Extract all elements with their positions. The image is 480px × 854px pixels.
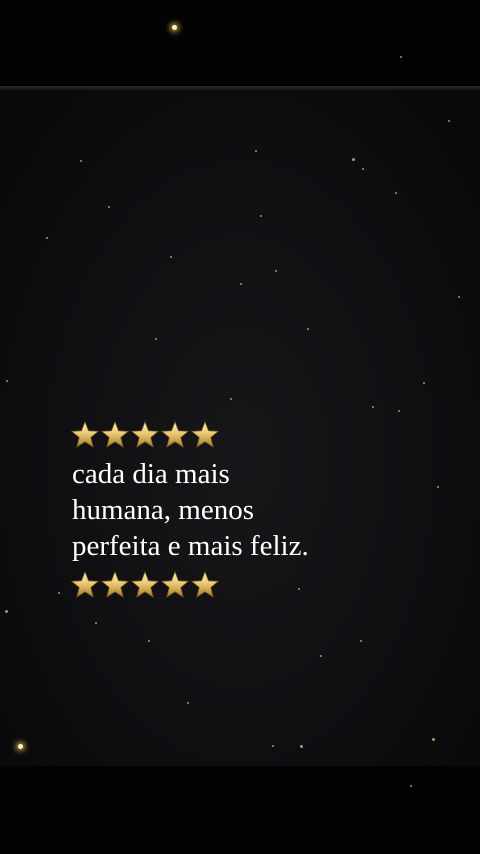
sky-star-dot [230,398,232,400]
quote-block: cada dia mais humana, menos perfeita e m… [70,418,400,602]
gold-star-icon [190,420,220,448]
quote-line: perfeita e mais feliz. [72,530,309,562]
sky-star-dot [300,745,303,748]
sky-star-dot [272,745,274,747]
gold-star-icon [160,420,190,448]
sky-star-dot [172,25,177,30]
sky-star-dot [170,256,172,258]
story-screen: cada dia mais humana, menos perfeita e m… [0,0,480,854]
sky-star-dot [360,640,362,642]
sky-star-dot [187,702,189,704]
sky-star-dot [400,56,402,58]
sky-star-dot [148,640,150,642]
star-row-bottom [70,568,400,602]
sky-star-dot [240,283,242,285]
sky-star-dot [18,744,23,749]
sky-star-dot [448,120,450,122]
sky-star-dot [352,158,355,161]
sky-star-dot [423,382,425,384]
sky-star-dot [108,206,110,208]
sky-star-dot [372,406,374,408]
quote-line: cada dia mais [72,458,230,490]
sky-star-dot [255,150,257,152]
quote-line: humana, menos [72,494,255,526]
gold-star-icon [130,420,160,448]
sky-star-dot [432,738,435,741]
sky-star-dot [362,168,364,170]
bottom-letterbox [0,766,480,854]
sky-star-dot [6,380,8,382]
sky-star-dot [80,160,82,162]
sky-star-dot [46,237,48,239]
gold-star-icon [100,420,130,448]
gold-star-icon [100,570,130,598]
gold-star-icon [160,570,190,598]
sky-star-dot [155,338,157,340]
gold-star-icon [70,420,100,448]
sky-star-dot [398,410,400,412]
quote-text: cada dia mais humana, menos perfeita e m… [72,456,400,564]
sky-star-dot [5,610,8,613]
sky-star-dot [437,486,439,488]
gold-star-icon [70,570,100,598]
sky-star-dot [58,592,60,594]
star-row-top [70,418,400,452]
sky-star-dot [307,328,309,330]
sky-star-dot [95,622,97,624]
sky-star-dot [410,785,412,787]
sky-star-dot [275,270,277,272]
top-letterbox [0,0,480,88]
sky-star-dot [458,296,460,298]
sky-star-dot [260,215,262,217]
gold-star-icon [190,570,220,598]
sky-star-dot [395,192,397,194]
sky-star-dot [320,655,322,657]
gold-star-icon [130,570,160,598]
